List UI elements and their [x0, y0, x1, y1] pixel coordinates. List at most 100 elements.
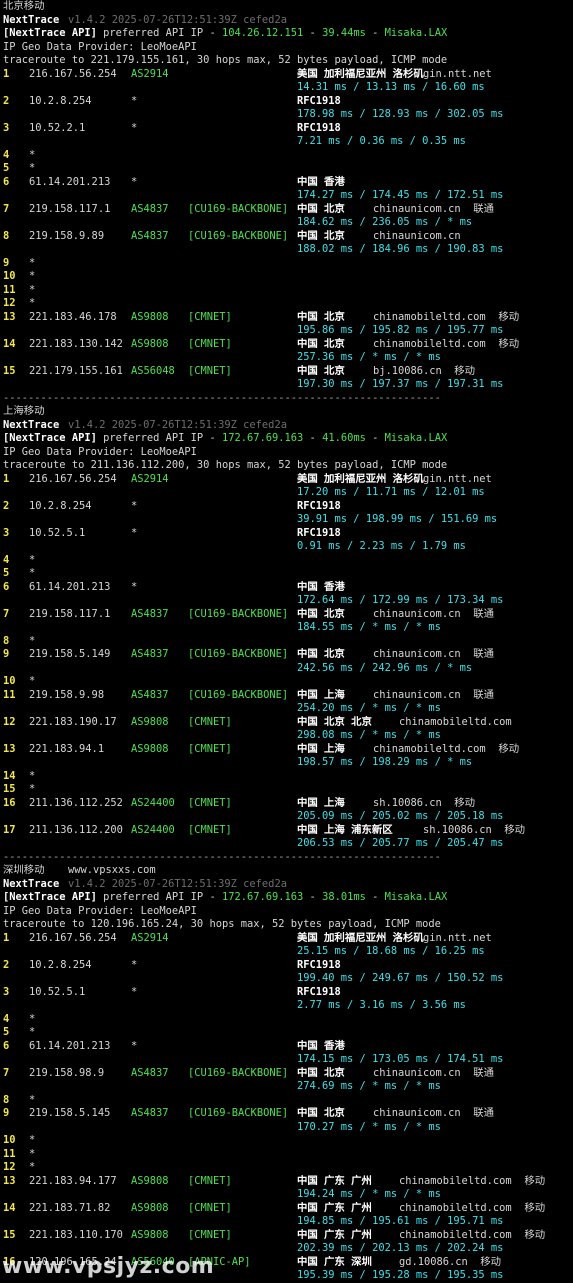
- hop-number: 12: [3, 297, 16, 309]
- traceroute-text: traceroute to 211.136.112.200, 30 hops m…: [3, 459, 448, 471]
- hop-ip: 219.158.9.98: [29, 688, 105, 701]
- hop-rtt: 188.02 ms / 184.96 ms / 190.83 ms: [297, 243, 504, 255]
- app-name: NextTrace: [3, 418, 60, 431]
- api-line: [NextTrace API] preferred API IP - 172.6…: [3, 432, 447, 446]
- hop-asn: AS9808: [131, 1174, 169, 1187]
- hop-isp: 联通: [473, 688, 494, 701]
- api-node: Misaka.LAX: [384, 27, 448, 39]
- hop-tag: [CU169-BACKBONE]: [188, 1066, 289, 1079]
- hop-ip: *: [29, 675, 36, 687]
- api-prefix: [NextTrace API]: [3, 891, 97, 903]
- hop-asn: AS9808: [131, 337, 169, 350]
- hop-asn: AS4837: [131, 1066, 169, 1079]
- hop-ip: 10.52.2.1: [29, 121, 86, 134]
- hop-rtt: 197.30 ms / 197.37 ms / 197.31 ms: [297, 378, 504, 390]
- hop-asn: AS4837: [131, 202, 169, 215]
- hop-asn: AS2914: [131, 472, 169, 485]
- hop-ip: 61.14.201.213: [29, 580, 111, 593]
- hop-host: chinaunicom.cn: [373, 1066, 461, 1079]
- hop-geo: 中国 广东 广州: [297, 1201, 372, 1214]
- hop-rtt: 205.09 ms / 205.02 ms / 205.18 ms: [297, 810, 504, 822]
- hop-rtt: 194.24 ms / * ms / * ms: [297, 1188, 441, 1200]
- hop-ip: 221.183.94.1: [29, 742, 105, 755]
- hop-number: 9: [3, 648, 10, 660]
- hop-number: 12: [3, 1161, 16, 1173]
- hop-tag: [CMNET]: [188, 310, 232, 323]
- geo-provider-text: IP Geo Data Provider: LeoMoeAPI: [3, 40, 197, 53]
- hop-isp: 移动: [524, 1228, 546, 1241]
- hop-asn: AS9808: [131, 310, 169, 323]
- hop-number: 10: [3, 1134, 16, 1146]
- hop-asn: AS24400: [131, 796, 175, 809]
- hop-asn: AS56048: [131, 364, 175, 377]
- hop-geo: 中国 北京: [297, 648, 345, 660]
- api-dash: -: [365, 27, 385, 39]
- hop-geo: 美国 加利福尼亚州 洛杉矶: [297, 931, 424, 944]
- hop-rtt: 14.31 ms / 13.13 ms / 16.60 ms: [297, 81, 485, 93]
- hop-isp: 移动: [454, 796, 476, 809]
- hop-isp: 移动: [524, 1174, 546, 1187]
- hop-ip: 10.2.8.254: [29, 499, 92, 512]
- hop-number: 7: [3, 607, 10, 620]
- hop-number: 6: [3, 1039, 10, 1052]
- hop-tag: [CMNET]: [188, 1174, 232, 1187]
- api-label: preferred API IP -: [96, 891, 222, 903]
- hop-geo: RFC1918: [297, 526, 341, 539]
- hop-ip: 221.183.190.17: [29, 715, 117, 728]
- hop-isp: 移动: [498, 337, 520, 350]
- hop-ip: *: [29, 297, 36, 309]
- hop-asn: *: [131, 985, 138, 998]
- hop-geo: RFC1918: [297, 958, 341, 971]
- hop-ip: *: [29, 1026, 36, 1038]
- hop-rtt: 195.39 ms / 195.28 ms / 195.35 ms: [297, 1269, 504, 1281]
- hop-rtt: 17.20 ms / 11.71 ms / 12.01 ms: [297, 486, 485, 498]
- hop-number: 1: [3, 931, 10, 944]
- hop-ip: 219.158.5.149: [29, 648, 111, 660]
- hop-geo: 中国 北京: [297, 364, 345, 377]
- hop-rtt: 257.36 ms / * ms / * ms: [297, 351, 441, 363]
- hop-number: 14: [3, 1201, 16, 1214]
- version-text: v1.4.2 2025-07-26T12:51:39Z cefed2a: [68, 418, 287, 431]
- hop-ip: *: [29, 283, 36, 296]
- app-name: NextTrace: [3, 13, 60, 26]
- hop-host: chinaunicom.cn: [373, 688, 461, 701]
- hop-host: chinamobileltd.com: [373, 310, 486, 323]
- hop-ip: 211.136.112.200: [29, 823, 123, 836]
- hop-asn: AS9808: [131, 1201, 169, 1214]
- hop-number: 5: [3, 162, 10, 174]
- hop-number: 9: [3, 1107, 10, 1119]
- hop-number: 13: [3, 310, 16, 323]
- hop-ip: *: [29, 1012, 36, 1025]
- hop-geo: 中国 上海 浦东新区: [297, 823, 393, 836]
- hop-asn: *: [131, 580, 138, 593]
- hop-rtt: 194.85 ms / 195.61 ms / 195.71 ms: [297, 1215, 504, 1227]
- hop-geo: 中国 北京 北京: [297, 715, 372, 728]
- hop-number: 6: [3, 175, 10, 188]
- api-prefix: [NextTrace API]: [3, 432, 97, 444]
- hop-ip: 10.2.8.254: [29, 94, 92, 107]
- hop-host: chinaunicom.cn: [373, 607, 461, 620]
- api-label: preferred API IP -: [96, 432, 222, 444]
- hop-isp: 移动: [498, 742, 520, 755]
- hop-ip: *: [29, 567, 36, 579]
- hop-number: 1: [3, 67, 10, 80]
- hop-number: 10: [3, 675, 16, 687]
- hop-ip: *: [29, 634, 36, 647]
- hop-asn: AS9808: [131, 742, 169, 755]
- hop-rtt: 39.91 ms / 198.99 ms / 151.69 ms: [297, 513, 498, 525]
- hop-ip: 221.183.110.170: [29, 1228, 123, 1241]
- hop-host: gin.ntt.net: [423, 931, 492, 944]
- hop-asn: *: [131, 175, 138, 188]
- hop-ip: *: [29, 1147, 36, 1160]
- hop-number: 3: [3, 526, 10, 539]
- hop-host: gin.ntt.net: [423, 472, 492, 485]
- api-ip: 172.67.69.163: [221, 432, 304, 444]
- hop-rtt: 174.27 ms / 174.45 ms / 172.51 ms: [297, 189, 504, 201]
- hop-rtt: 298.08 ms / * ms / * ms: [297, 729, 441, 741]
- hop-host: chinamobileltd.com: [373, 742, 486, 755]
- hop-tag: [CMNET]: [188, 796, 232, 809]
- hop-geo: 中国 北京: [297, 1066, 345, 1079]
- hop-number: 10: [3, 270, 16, 282]
- hop-asn: *: [131, 958, 138, 971]
- hop-rtt: 184.62 ms / 236.05 ms / * ms: [297, 216, 473, 228]
